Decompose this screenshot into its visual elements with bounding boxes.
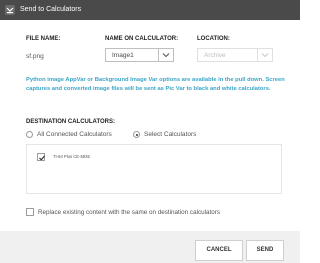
radio-selected-dot <box>135 133 138 136</box>
calculator-list: TI-84 Plus CE-5935 <box>26 144 282 194</box>
location-header: LOCATION: <box>197 36 230 42</box>
name-on-calculator-header: NAME ON CALCULATOR: <box>105 36 179 42</box>
dialog-title: Send to Calculators <box>20 6 82 13</box>
location-value: Archive <box>204 52 226 59</box>
all-connected-label[interactable]: All Connected Calculators <box>37 131 112 138</box>
file-name-value: sf.png <box>26 53 44 60</box>
replace-existing-label[interactable]: Replace existing content with the same o… <box>38 209 220 216</box>
file-name-header: FILE NAME: <box>26 36 61 42</box>
replace-existing-checkbox[interactable] <box>26 208 34 216</box>
select-calculators-radio[interactable] <box>133 131 140 138</box>
dialog-footer: CANCEL SEND <box>0 231 300 263</box>
send-button[interactable]: SEND <box>246 240 284 261</box>
calculator-name-value: Image1 <box>112 52 134 59</box>
select-calculators-label[interactable]: Select Calculators <box>144 131 196 138</box>
chevron-down-icon[interactable] <box>158 49 173 61</box>
calculator-checkbox[interactable] <box>37 153 46 161</box>
calculator-name-dropdown[interactable]: Image1 <box>105 48 174 62</box>
checkmark-icon <box>39 155 46 161</box>
ti-connect-icon <box>4 4 16 16</box>
dialog-titlebar: Send to Calculators <box>0 0 300 20</box>
location-dropdown: Archive <box>197 48 273 62</box>
cancel-button[interactable]: CANCEL <box>195 240 243 261</box>
calculator-name: TI-84 Plus CE-5935 <box>53 154 90 159</box>
image-format-info: Python image AppVar or Background Image … <box>26 77 285 92</box>
chevron-down-icon <box>257 49 272 61</box>
all-connected-radio[interactable] <box>26 131 33 138</box>
destination-calculators-label: DESTINATION CALCULATORS: <box>26 119 115 125</box>
